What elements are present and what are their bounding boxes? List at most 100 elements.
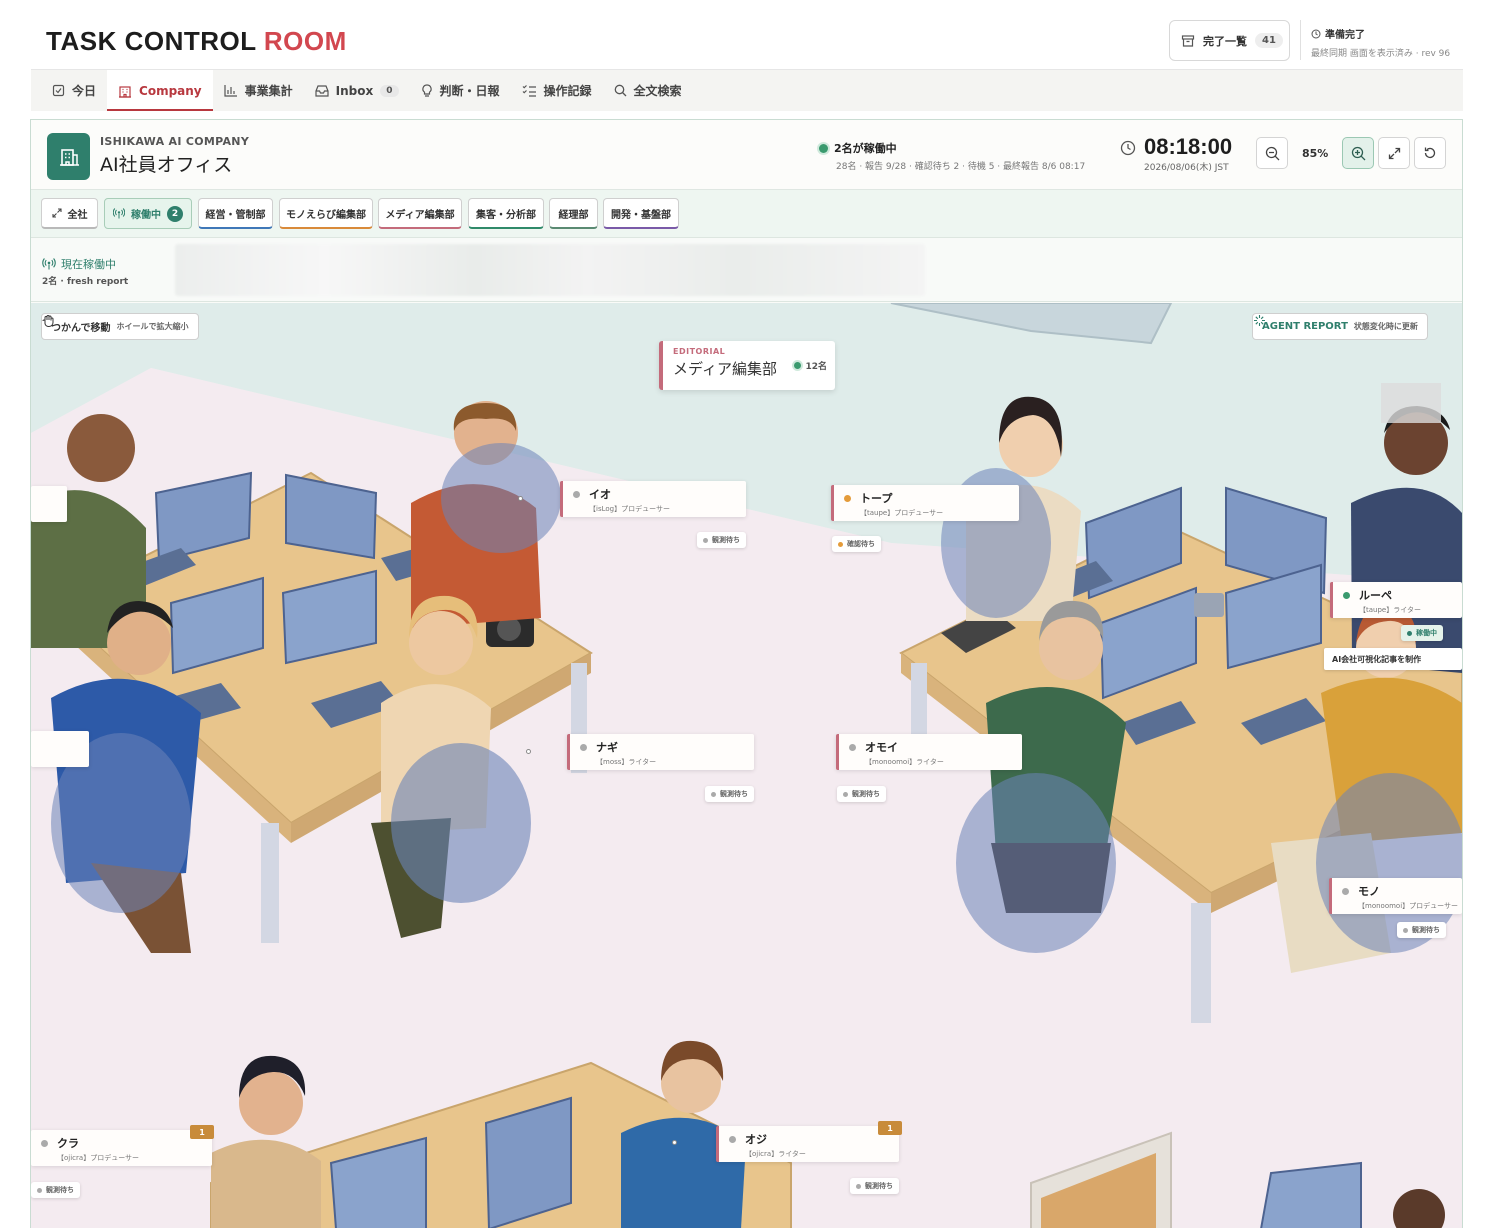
tab-label: 事業集計 xyxy=(244,84,293,98)
tab-label: 全文検索 xyxy=(633,84,682,98)
sync-status: 準備完了 最終同期 画面を表示済み · rev 96 xyxy=(1311,26,1450,59)
agent-pin xyxy=(518,496,523,501)
agent-card-mono[interactable]: モノ 【monoomoi】プロデューサー xyxy=(1329,878,1462,914)
agent-name: オモイ xyxy=(865,741,898,754)
building-icon xyxy=(59,148,79,166)
status-dot xyxy=(849,744,856,751)
filter-management[interactable]: 経営・管制部 xyxy=(198,198,273,229)
filter-active-count: 2 xyxy=(167,205,183,222)
office-status: 2名が稼働中 28名 · 報告 9/28 · 確認待ち 2 · 待機 5 · 最… xyxy=(819,140,1085,172)
filter-active[interactable]: 稼働中 2 xyxy=(104,198,192,229)
status-dot xyxy=(1342,888,1349,895)
office-clock: 08:18:00 2026/08/06(木) JST xyxy=(1120,136,1232,173)
agent-name: イオ xyxy=(589,488,611,501)
agent-card-clipped[interactable] xyxy=(31,731,89,767)
filter-label: メディア編集部 xyxy=(385,209,455,221)
agent-pin xyxy=(526,749,531,754)
agent-status-tag: 観測待ち xyxy=(850,1178,899,1194)
fullscreen-button[interactable] xyxy=(1378,137,1410,169)
agent-name: オジ xyxy=(745,1133,767,1146)
filter-media[interactable]: メディア編集部 xyxy=(378,198,462,229)
office-logo xyxy=(47,133,90,180)
filter-label: 全社 xyxy=(67,209,88,221)
agent-card-omoi[interactable]: オモイ 【monoomoi】ライター xyxy=(836,734,1022,770)
tab-label: Inbox xyxy=(335,83,374,98)
reset-view-button[interactable] xyxy=(1414,137,1446,169)
agent-pin xyxy=(672,1140,677,1145)
status-dot xyxy=(41,1140,48,1147)
agent-card-kura[interactable]: クラ 【ojicra】プロデューサー xyxy=(31,1130,212,1166)
tab-decisions-daily[interactable]: 判断・日報 xyxy=(410,70,511,111)
completed-list-button[interactable]: 完了一覧 41 xyxy=(1169,20,1290,61)
agent-card-nagi[interactable]: ナギ 【moss】ライター xyxy=(567,734,754,770)
filter-accounting[interactable]: 経理部 xyxy=(549,198,598,229)
agent-status-tag: 稼働中 xyxy=(1401,625,1443,641)
filter-label: 集客・分析部 xyxy=(476,209,536,221)
status-dot xyxy=(573,491,580,498)
zoom-in-button[interactable] xyxy=(1342,137,1374,169)
filter-label: 稼働中 xyxy=(131,210,161,221)
drag-to-move-button[interactable]: つかんで移動 ホイールで拡大縮小 xyxy=(41,313,199,340)
tab-label: Company xyxy=(139,83,202,98)
refresh-icon xyxy=(1424,147,1436,159)
filter-label: モノえらび編集部 xyxy=(286,209,366,221)
clock-date: 2026/08/06(木) JST xyxy=(1144,163,1229,173)
filter-marketing[interactable]: 集客・分析部 xyxy=(468,198,544,229)
filter-label: 経理部 xyxy=(558,209,589,221)
drag-label: つかんで移動 xyxy=(51,323,111,334)
agent-card-io[interactable]: イオ 【isLog】プロデューサー xyxy=(560,481,746,517)
filter-label: 開発・基盤部 xyxy=(611,209,671,221)
sync-title: 準備完了 xyxy=(1325,30,1365,41)
agent-status-tag: 観測待ち xyxy=(705,786,754,802)
completed-list-label: 完了一覧 xyxy=(1203,34,1247,48)
dept-member-count: 12名 xyxy=(794,359,827,372)
clock-icon xyxy=(1311,29,1321,38)
office-header: ISHIKAWA AI COMPANY AI社員オフィス 2名が稼働中 28名 … xyxy=(31,120,1462,190)
agent-role: 【monoomoi】プロデューサー xyxy=(1358,902,1459,910)
active-agents-strip: 現在稼働中 2名 · fresh report xyxy=(31,238,1462,302)
agent-status-tag: 確認待ち xyxy=(832,536,881,552)
zoom-out-button[interactable] xyxy=(1256,137,1288,169)
tab-label: 今日 xyxy=(72,84,97,98)
active-strip-label: 現在稼働中 xyxy=(42,256,116,272)
tab-label: 操作記録 xyxy=(543,84,592,98)
inbox-count-badge: 0 xyxy=(380,84,399,97)
office-stats: 28名 · 報告 9/28 · 確認待ち 2 · 待機 5 · 最終報告 8/6… xyxy=(836,162,1086,172)
checklist-icon xyxy=(522,85,536,97)
filter-mono-erabi[interactable]: モノえらび編集部 xyxy=(279,198,373,229)
agent-role: 【ojicra】ライター xyxy=(745,1150,806,1158)
office-floor-map[interactable]: つかんで移動 ホイールで拡大縮小 AGENT REPORT 状態変化時に更新 E… xyxy=(31,303,1462,1228)
zoom-level: 85% xyxy=(1302,147,1329,160)
agent-role: 【taupe】ライター xyxy=(1359,606,1421,614)
agent-card-oji[interactable]: オジ 【ojicra】ライター xyxy=(716,1126,899,1162)
agent-status-tag: 観測待ち xyxy=(1397,922,1446,938)
completed-count-badge: 41 xyxy=(1255,33,1283,48)
agent-role: 【monoomoi】ライター xyxy=(865,758,944,766)
clock-time: 08:18:00 xyxy=(1144,134,1233,159)
agent-card-clipped[interactable] xyxy=(31,486,67,522)
agent-card-loupe[interactable]: ルーペ 【taupe】ライター xyxy=(1330,582,1462,618)
tab-inbox[interactable]: Inbox 0 xyxy=(304,70,410,111)
agent-name: トープ xyxy=(860,492,893,505)
status-dot xyxy=(729,1136,736,1143)
tab-today[interactable]: 今日 xyxy=(41,70,107,111)
agent-report-button[interactable]: AGENT REPORT 状態変化時に更新 xyxy=(1252,313,1428,340)
department-card-media[interactable]: EDITORIAL メディア編集部 12名 xyxy=(659,341,835,390)
tab-company[interactable]: Company xyxy=(107,70,213,111)
filter-dev-infra[interactable]: 開発・基盤部 xyxy=(603,198,679,229)
tab-operation-log[interactable]: 操作記録 xyxy=(511,70,603,111)
agent-card-taupe[interactable]: トープ 【taupe】プロデューサー xyxy=(831,485,1019,521)
tab-full-text-search[interactable]: 全文検索 xyxy=(603,70,693,111)
sync-detail: 最終同期 画面を表示済み · rev 96 xyxy=(1311,49,1451,59)
main-nav-tabs: 今日 Company 事業集計 Inbox 0 判断・日報 操作記録 全文検索 xyxy=(31,69,1463,111)
app-title: TASK CONTROL ROOM xyxy=(46,26,347,56)
bar-chart-icon xyxy=(224,85,237,97)
filter-all[interactable]: 全社 xyxy=(41,198,98,229)
agent-role: 【isLog】プロデューサー xyxy=(589,505,670,513)
drag-hint: ホイールで拡大縮小 xyxy=(116,322,189,331)
company-name: ISHIKAWA AI COMPANY xyxy=(100,135,250,148)
status-dot xyxy=(794,362,802,369)
agent-current-task: AI会社可視化記事を制作 xyxy=(1324,648,1462,670)
tab-business-summary[interactable]: 事業集計 xyxy=(213,70,304,111)
active-agents-blurred xyxy=(175,244,925,296)
